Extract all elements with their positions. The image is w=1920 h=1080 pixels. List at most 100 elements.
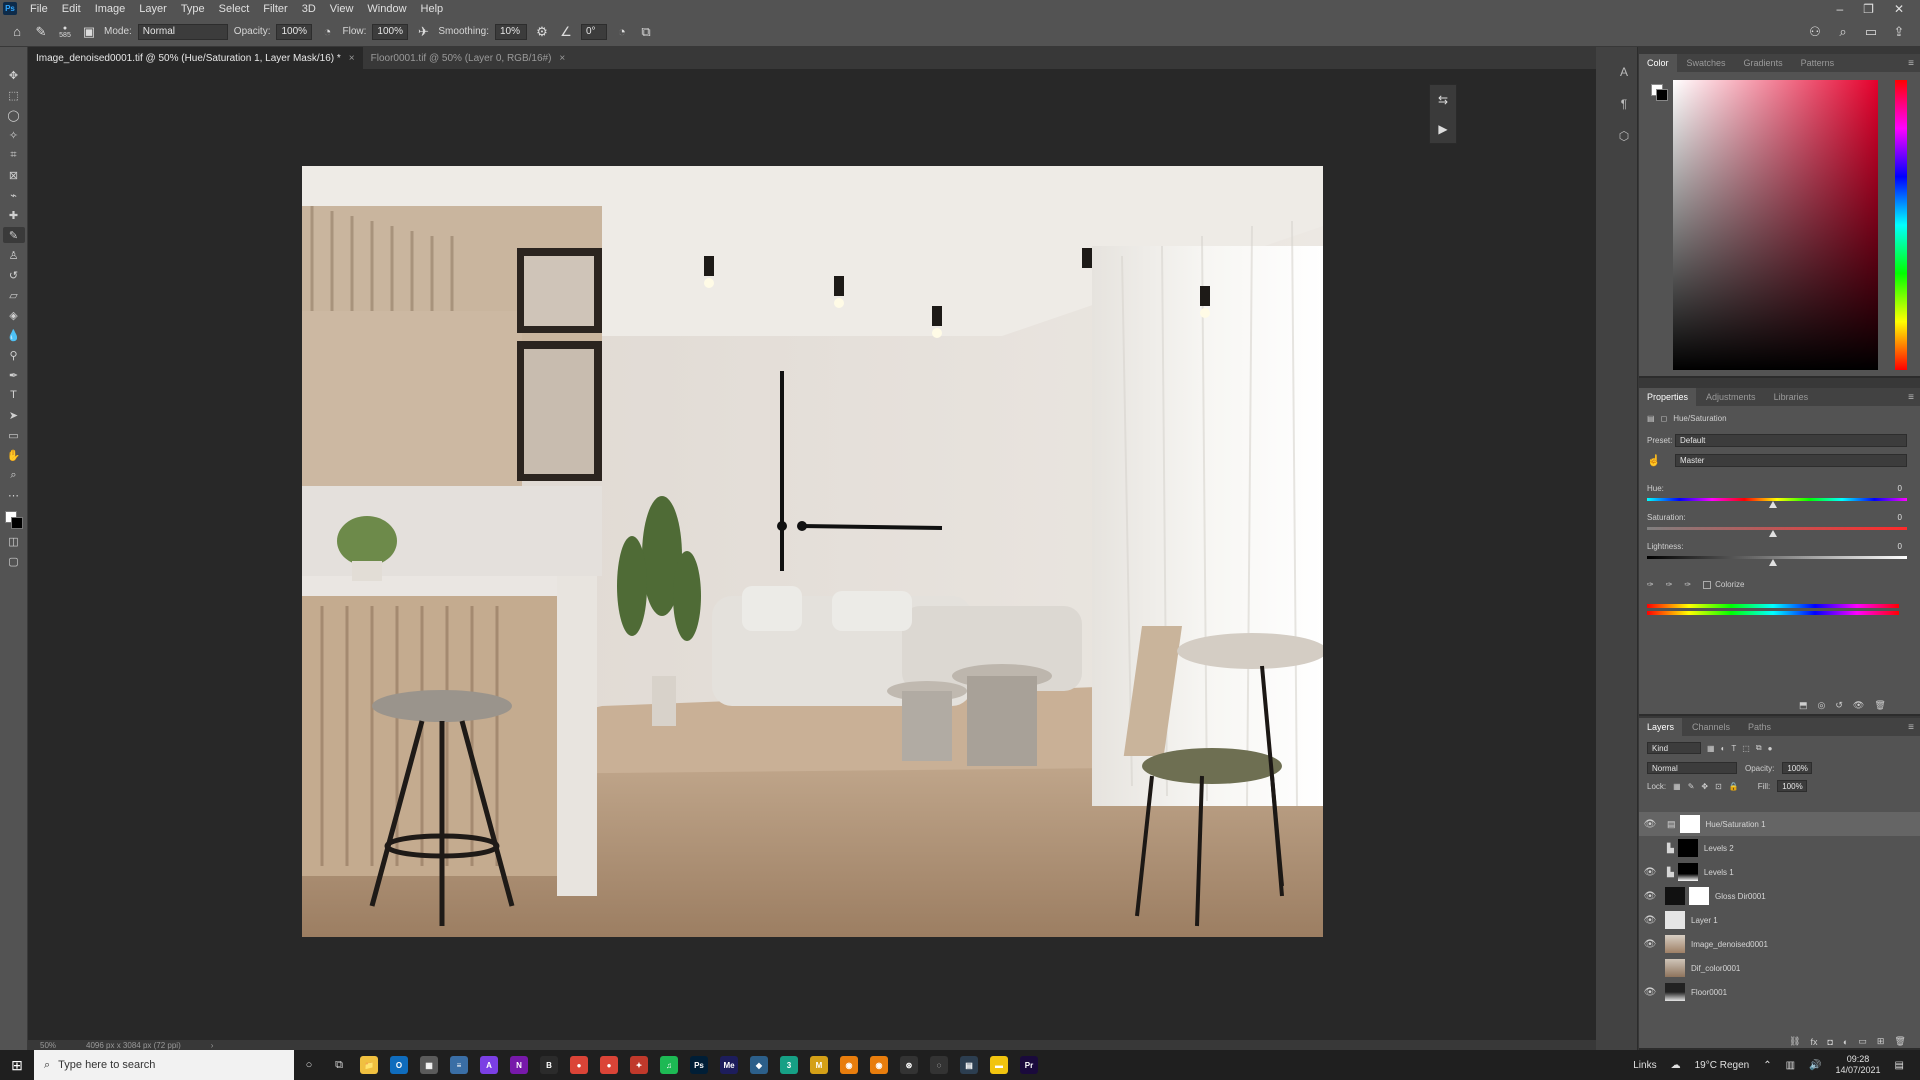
lock-all-icon[interactable]: 🔒 (1729, 782, 1739, 791)
visibility-eye-icon[interactable]: 👁 (1639, 891, 1661, 902)
brush-tool-icon[interactable]: ✎ (2, 227, 25, 243)
layer-name[interactable]: Levels 2 (1704, 844, 1734, 853)
layer-thumbnail[interactable] (1665, 911, 1685, 929)
windows-start-icon[interactable]: ⊞ (0, 1050, 34, 1080)
taskbar-app-media-encoder[interactable]: Me (714, 1050, 744, 1080)
opacity-field[interactable]: 100% (276, 23, 313, 40)
document-tab-floor[interactable]: Floor0001.tif @ 50% (Layer 0, RGB/16#) × (362, 47, 574, 69)
filter-pixel-icon[interactable]: ▦ (1707, 744, 1715, 753)
layer-row[interactable]: 👁 ▤ Hue/Saturation 1 (1639, 812, 1920, 836)
hand-tool-icon[interactable]: ✋ (3, 447, 25, 463)
new-group-icon[interactable]: ▭ (1858, 1036, 1867, 1047)
tab-patterns[interactable]: Patterns (1793, 54, 1843, 72)
frame-tool-icon[interactable]: ⊠ (3, 167, 25, 183)
taskbar-app-app-15[interactable]: 3 (774, 1050, 804, 1080)
weather-text[interactable]: 19°C Regen (1695, 1060, 1750, 1071)
clock[interactable]: 09:28 14/07/2021 (1836, 1054, 1881, 1076)
tab-gradients[interactable]: Gradients (1736, 54, 1791, 72)
filter-toggle-icon[interactable]: ● (1768, 744, 1773, 753)
paragraph-panel-icon[interactable]: ¶ (1621, 97, 1627, 111)
type-tool-icon[interactable]: T (3, 387, 25, 403)
link-layers-icon[interactable]: ⛓ (1789, 1036, 1800, 1047)
angle-field[interactable]: 0° (580, 23, 607, 40)
tray-chevron-icon[interactable]: ⌃ (1763, 1060, 1771, 1071)
taskbar-app-premiere[interactable]: Pr (1014, 1050, 1044, 1080)
minimize-button[interactable]: – (1836, 2, 1843, 16)
panel-menu-icon[interactable]: ≡ (1908, 722, 1920, 733)
menu-help[interactable]: Help (414, 3, 451, 15)
smoothing-field[interactable]: 10% (494, 23, 527, 40)
adjustment-icon[interactable]: ▤ (1647, 414, 1655, 423)
targeted-adjustment-icon[interactable]: ☝ (1647, 454, 1661, 467)
close-tab-icon[interactable]: × (349, 53, 355, 64)
taskbar-app-photoshop[interactable]: Ps (684, 1050, 714, 1080)
menu-select[interactable]: Select (212, 3, 257, 15)
menu-image[interactable]: Image (88, 3, 133, 15)
path-selection-tool-icon[interactable]: ➤ (3, 407, 25, 423)
saturation-slider-track[interactable] (1647, 527, 1907, 530)
layer-name[interactable]: Image_denoised0001 (1691, 940, 1768, 949)
panel-menu-icon[interactable]: ≡ (1908, 392, 1920, 403)
airbrush-icon[interactable]: ✈ (414, 23, 432, 41)
taskbar-app-blender-2[interactable]: ◉ (864, 1050, 894, 1080)
marquee-tool-icon[interactable]: ⬚ (3, 87, 25, 103)
taskbar-app-app-20[interactable]: ◌ (924, 1050, 954, 1080)
document-tab-image-denoised[interactable]: Image_denoised0001.tif @ 50% (Hue/Satura… (28, 47, 363, 69)
mask-icon[interactable]: ◻ (1661, 414, 1668, 423)
layer-mask-thumbnail[interactable] (1677, 863, 1698, 881)
3d-panel-icon[interactable]: ⬡ (1619, 129, 1629, 143)
taskbar-app-app-4[interactable]: ≡ (444, 1050, 474, 1080)
brush-settings-icon[interactable]: ▣ (80, 23, 98, 41)
eyedropper-tool-icon[interactable]: ⌁ (3, 187, 25, 203)
menu-window[interactable]: Window (360, 3, 413, 15)
layer-name[interactable]: Levels 1 (1704, 868, 1734, 877)
clip-to-layer-icon[interactable]: ⬒ (1799, 700, 1808, 711)
layer-opacity-field[interactable]: 100% (1782, 762, 1813, 774)
new-layer-icon[interactable]: ⊞ (1877, 1036, 1885, 1047)
visibility-eye-icon[interactable]: 👁 (1639, 867, 1661, 878)
taskbar-app-app-10[interactable]: ✦ (624, 1050, 654, 1080)
lightness-value[interactable]: 0 (1898, 542, 1902, 551)
tab-channels[interactable]: Channels (1684, 718, 1738, 736)
brush-tool-icon[interactable]: ✎ (32, 23, 50, 41)
crop-tool-icon[interactable]: ⌗ (3, 147, 25, 163)
layer-thumbnail[interactable] (1665, 983, 1685, 1001)
tab-properties[interactable]: Properties (1639, 388, 1697, 406)
filter-type-icon[interactable]: T (1731, 744, 1736, 753)
saturation-slider-thumb[interactable] (1769, 530, 1777, 537)
paint-bucket-tool-icon[interactable]: ◈ (3, 307, 25, 323)
pressure-size-icon[interactable]: ◔ (613, 23, 631, 41)
visibility-eye-icon[interactable]: 👁 (1639, 843, 1661, 854)
fill-field[interactable]: 100% (1777, 780, 1808, 792)
symmetry-icon[interactable]: ⧉ (637, 23, 655, 41)
lightness-slider-thumb[interactable] (1769, 559, 1777, 566)
layer-row[interactable]: 👁 Dif_color0001 (1639, 956, 1920, 980)
hue-slider[interactable] (1895, 80, 1907, 370)
taskbar-app-app-21[interactable]: ▤ (954, 1050, 984, 1080)
visibility-eye-icon[interactable]: 👁 (1639, 939, 1661, 950)
background-color-swatch[interactable] (10, 517, 23, 529)
volume-icon[interactable]: 🔊 (1809, 1060, 1821, 1071)
visibility-eye-icon[interactable]: 👁 (1639, 915, 1661, 926)
lightness-slider-track[interactable] (1647, 556, 1907, 559)
visibility-eye-icon[interactable]: 👁 (1639, 819, 1661, 830)
menu-file[interactable]: File (23, 3, 55, 15)
tab-paths[interactable]: Paths (1740, 718, 1779, 736)
fx-icon[interactable]: fx (1810, 1037, 1817, 1047)
tab-adjustments[interactable]: Adjustments (1698, 388, 1764, 406)
weather-icon[interactable]: ☁ (1671, 1060, 1681, 1071)
filter-shape-icon[interactable]: ⬚ (1742, 744, 1750, 753)
pressure-opacity-icon[interactable]: ◔ (318, 23, 336, 41)
eraser-tool-icon[interactable]: ▱ (3, 287, 25, 303)
eyedropper-subtract-icon[interactable]: ✑ (1684, 580, 1691, 589)
visibility-icon[interactable]: 👁 (1853, 700, 1864, 711)
layer-name[interactable]: Hue/Saturation 1 (1706, 820, 1766, 829)
document-canvas-image[interactable] (302, 166, 1323, 937)
layer-name[interactable]: Gloss Dir0001 (1715, 892, 1766, 901)
layer-thumbnail[interactable] (1665, 887, 1685, 905)
menu-layer[interactable]: Layer (132, 3, 174, 15)
layer-thumbnail[interactable] (1665, 935, 1685, 953)
taskbar-app-sticky-notes[interactable]: ▬ (984, 1050, 1014, 1080)
layer-mask-thumbnail[interactable] (1679, 815, 1700, 833)
zoom-level[interactable]: 50% (40, 1041, 56, 1050)
